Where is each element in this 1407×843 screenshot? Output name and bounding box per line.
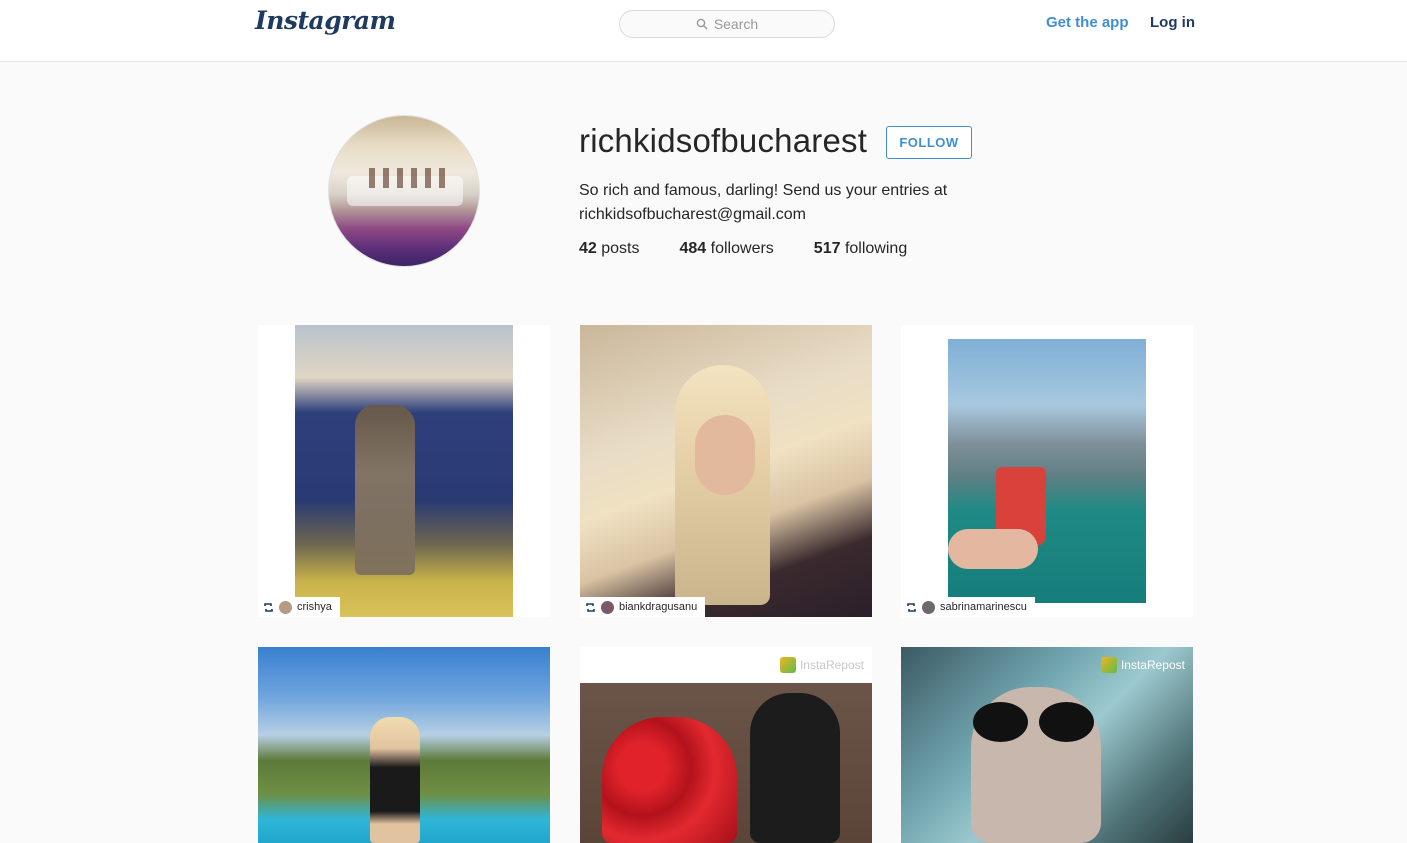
profile-username: richkidsofbucharest [579,122,868,159]
post-tile[interactable]: sabrinamarinescu [901,325,1193,617]
post-image-roses-dog [580,683,872,843]
top-nav-bar: Instagram Search Get the app Log in [0,0,1407,62]
roses-bouquet [602,717,737,843]
repost-user-avatar [279,600,292,614]
post-tile[interactable] [258,647,550,843]
repost-tag[interactable]: crishya [258,597,340,617]
post-tile[interactable]: crishya [258,325,550,617]
repost-tag[interactable]: sabrinamarinescu [901,597,1035,617]
followers-count: 484 [679,240,707,257]
repost-user-avatar [922,600,935,614]
post-tile[interactable]: InstaRepost [580,647,872,843]
post-image-sunglasses-selfie [901,647,1193,843]
following-count: 517 [813,240,841,257]
post-tile[interactable]: biankdragusanu [580,325,872,617]
repost-username: sabrinamarinescu [940,601,1027,613]
repost-icon [906,602,917,613]
profile-stats: 42 posts 484 followers 517 following [579,240,947,258]
watermark-label: InstaRepost [799,658,864,672]
following-stat[interactable]: 517 following [814,240,907,258]
hand-shape [948,529,1038,569]
posts-stat: 42 posts [579,240,640,258]
instagram-logo[interactable]: Instagram [255,6,396,35]
avatar-people [369,168,449,188]
instarepost-icon [779,657,796,673]
posts-count: 42 [579,240,597,257]
followers-label: followers [710,240,774,257]
watermark-label: InstaRepost [1120,658,1185,672]
search-placeholder: Search [713,16,759,32]
sunglasses-right [1039,702,1094,742]
bio-line-2: richkidsofbucharest@gmail.com [579,206,806,223]
repost-tag[interactable]: biankdragusanu [580,597,706,617]
following-label: following [844,240,908,257]
sunglasses-left [973,702,1028,742]
face-shape [695,415,755,495]
post-tile[interactable]: InstaRepost [901,647,1193,843]
get-the-app-link[interactable]: Get the app [1046,14,1129,31]
person-figure [355,405,415,575]
repost-icon [585,602,596,613]
post-image-pool-drink [948,339,1146,603]
post-image-poolside [258,647,550,843]
person-figure [370,717,420,843]
repost-username: crishya [297,601,332,613]
search-input[interactable]: Search [619,10,835,38]
instarepost-icon [1100,657,1117,673]
repost-icon [263,602,274,613]
profile-bio: So rich and famous, darling! Send us you… [579,179,999,227]
post-image-helicopter [295,325,513,617]
posts-label: posts [601,240,640,257]
followers-stat[interactable]: 484 followers [680,240,774,258]
dog-figure [750,693,840,843]
search-icon [696,17,710,31]
instarepost-watermark: InstaRepost [1100,657,1185,673]
post-image-selfie [580,325,872,617]
instarepost-watermark: InstaRepost [779,657,864,673]
bio-line-1: So rich and famous, darling! Send us you… [579,182,948,199]
repost-username: biankdragusanu [619,601,698,613]
follow-button[interactable]: FOLLOW [886,126,972,159]
log-in-link[interactable]: Log in [1150,14,1195,31]
profile-avatar [328,115,480,267]
repost-user-avatar [601,600,614,614]
